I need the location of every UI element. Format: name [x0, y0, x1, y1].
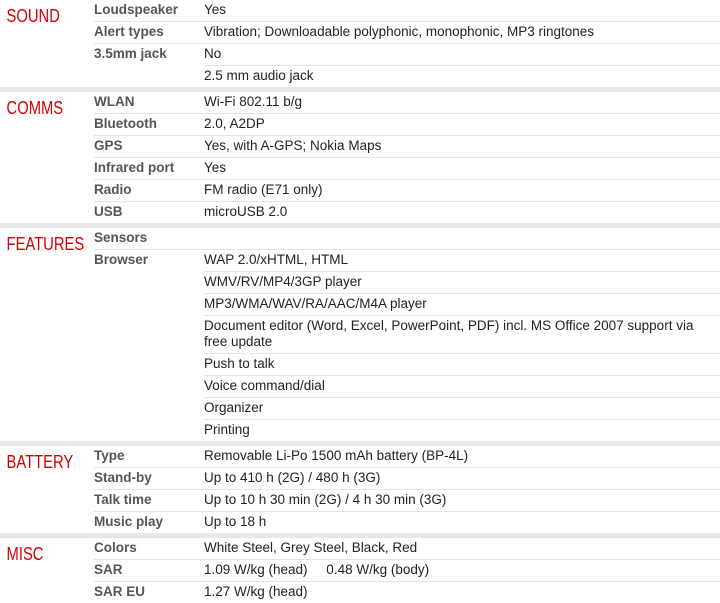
- spec-label: [94, 419, 204, 441]
- spec-label: Music play: [94, 511, 204, 533]
- spec-label: WLAN: [94, 94, 135, 109]
- spec-value: Voice command/dial: [204, 375, 720, 397]
- spec-label: Type: [94, 448, 125, 463]
- spec-row: Colors White Steel, Grey Steel, Black, Re…: [94, 538, 720, 559]
- spec-value: Vibration; Downloadable polyphonic, mono…: [204, 21, 720, 43]
- spec-row: SAR 1.09 W/kg (head) 0.48 W/kg (body): [94, 559, 720, 581]
- section-title: FEATURES: [6, 234, 85, 254]
- spec-value: Yes, with A-GPS; Nokia Maps: [204, 135, 720, 157]
- spec-section-sound: SOUND Loudspeaker Yes Alert types Vibration;…: [0, 0, 720, 87]
- spec-row: SAR EU 1.27 W/kg (head): [94, 581, 720, 603]
- spec-row: Push to talk: [94, 353, 720, 375]
- spec-value: Printing: [204, 419, 720, 441]
- spec-row: GPS Yes, with A-GPS; Nokia Maps: [94, 135, 720, 157]
- section-rows: Colors White Steel, Grey Steel, Black, Re…: [94, 538, 720, 603]
- spec-label: Stand-by: [94, 467, 204, 489]
- spec-value: 2.0, A2DP: [204, 113, 720, 135]
- section-rows: WLAN Wi-Fi 802.11 b/g Bluetooth 2.0, A2DP GP…: [94, 92, 720, 223]
- spec-row: Browser WAP 2.0/xHTML, HTML: [94, 249, 720, 271]
- spec-table: SOUND Loudspeaker Yes Alert types Vibration;…: [0, 0, 720, 603]
- spec-row: Voice command/dial: [94, 375, 720, 397]
- spec-value: White Steel, Grey Steel, Black, Red: [204, 540, 418, 555]
- spec-value: Yes: [204, 2, 227, 17]
- spec-value: MP3/WMA/WAV/RA/AAC/M4A player: [204, 293, 720, 315]
- spec-section-comms: COMMS WLAN Wi-Fi 802.11 b/g Bluetooth 2.0, A…: [0, 87, 720, 223]
- spec-label: [94, 293, 204, 315]
- spec-value: 1.09 W/kg (head) 0.48 W/kg (body): [204, 559, 720, 581]
- spec-row: Document editor (Word, Excel, PowerPoint…: [94, 315, 720, 353]
- spec-label: Bluetooth: [94, 113, 204, 135]
- spec-row: Bluetooth 2.0, A2DP: [94, 113, 720, 135]
- spec-label: SAR: [94, 559, 204, 581]
- spec-value: 2.5 mm audio jack: [204, 65, 720, 87]
- spec-value: microUSB 2.0: [204, 201, 720, 223]
- spec-row: USB microUSB 2.0: [94, 201, 720, 223]
- section-title: BATTERY: [6, 452, 74, 472]
- spec-row: Stand-by Up to 410 h (2G) / 480 h (3G): [94, 467, 720, 489]
- spec-row: 3.5mm jack No: [94, 43, 720, 65]
- spec-value: 1.27 W/kg (head): [204, 581, 720, 603]
- spec-label: Talk time: [94, 489, 204, 511]
- spec-label: [94, 271, 204, 293]
- spec-row: Alert types Vibration; Downloadable polyp…: [94, 21, 720, 43]
- spec-row: Printing: [94, 419, 720, 441]
- spec-label: GPS: [94, 135, 204, 157]
- spec-label: [94, 315, 204, 353]
- spec-label: [94, 397, 204, 419]
- spec-label: Loudspeaker: [94, 2, 179, 17]
- spec-value: [204, 228, 720, 249]
- spec-label: SAR EU: [94, 581, 204, 603]
- spec-row: Radio FM radio (E71 only): [94, 179, 720, 201]
- spec-row: Infrared port Yes: [94, 157, 720, 179]
- spec-value: Up to 410 h (2G) / 480 h (3G): [204, 467, 720, 489]
- spec-row: Talk time Up to 10 h 30 min (2G) / 4 h 30…: [94, 489, 720, 511]
- spec-row: WMV/RV/MP4/3GP player: [94, 271, 720, 293]
- spec-row: Type Removable Li-Po 1500 mAh battery (BP…: [94, 446, 720, 467]
- section-title: SOUND: [6, 6, 60, 26]
- section-rows: Loudspeaker Yes Alert types Vibration; Down…: [94, 0, 720, 87]
- spec-value: Push to talk: [204, 353, 720, 375]
- spec-section-battery: BATTERY Type Removable Li-Po 1500 mAh batt…: [0, 441, 720, 533]
- spec-value: No: [204, 43, 720, 65]
- spec-row: WLAN Wi-Fi 802.11 b/g: [94, 92, 720, 113]
- spec-value: Organizer: [204, 397, 720, 419]
- spec-label: Alert types: [94, 21, 204, 43]
- spec-row: 2.5 mm audio jack: [94, 65, 720, 87]
- spec-row: Organizer: [94, 397, 720, 419]
- spec-value: Wi-Fi 802.11 b/g: [204, 94, 303, 109]
- spec-label: [94, 375, 204, 397]
- spec-label: USB: [94, 201, 204, 223]
- section-title: MISC: [6, 544, 44, 564]
- spec-label: Infrared port: [94, 157, 204, 179]
- spec-row: Sensors: [94, 228, 720, 249]
- spec-row: Loudspeaker Yes: [94, 0, 720, 21]
- spec-row: MP3/WMA/WAV/RA/AAC/M4A player: [94, 293, 720, 315]
- spec-section-misc: MISC Colors White Steel, Grey Steel, Black…: [0, 533, 720, 603]
- spec-value: WAP 2.0/xHTML, HTML: [204, 249, 720, 271]
- section-title: COMMS: [6, 98, 64, 118]
- spec-label: 3.5mm jack: [94, 43, 204, 65]
- spec-value: FM radio (E71 only): [204, 179, 720, 201]
- spec-label: Radio: [94, 179, 204, 201]
- spec-section-features: FEATURES Sensors Browser WAP 2.0/xHTML, HTM…: [0, 223, 720, 441]
- spec-label: [94, 353, 204, 375]
- spec-label: [94, 65, 204, 87]
- spec-value: Document editor (Word, Excel, PowerPoint…: [204, 315, 720, 353]
- section-rows: Sensors Browser WAP 2.0/xHTML, HTML WMV/RV/…: [94, 228, 720, 441]
- spec-value: Removable Li-Po 1500 mAh battery (BP-4L): [204, 448, 469, 463]
- spec-label: Browser: [94, 249, 204, 271]
- spec-value: Up to 18 h: [204, 511, 720, 533]
- section-rows: Type Removable Li-Po 1500 mAh battery (BP…: [94, 446, 720, 533]
- spec-value: Up to 10 h 30 min (2G) / 4 h 30 min (3G): [204, 489, 720, 511]
- spec-label: Colors: [94, 540, 137, 555]
- spec-label: Sensors: [94, 230, 148, 245]
- spec-row: Music play Up to 18 h: [94, 511, 720, 533]
- spec-value: WMV/RV/MP4/3GP player: [204, 271, 720, 293]
- spec-value: Yes: [204, 157, 720, 179]
